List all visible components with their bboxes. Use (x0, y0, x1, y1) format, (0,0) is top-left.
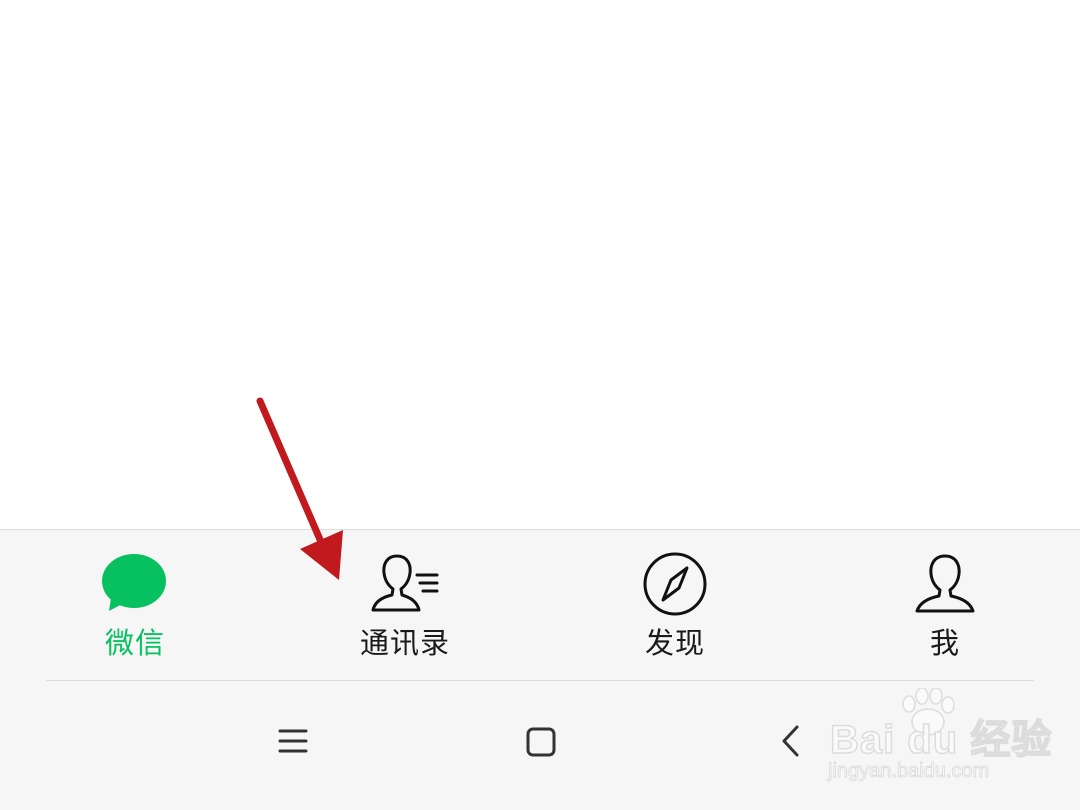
tab-me-label: 我 (929, 626, 960, 660)
tab-chats-label: 微信 (104, 626, 165, 660)
home-icon[interactable] (521, 721, 561, 761)
tab-me[interactable]: 我 (810, 530, 1080, 680)
chat-bubble-icon (99, 548, 171, 620)
bottom-tab-bar: 微信 通讯录 发现 我 (0, 529, 1080, 681)
wechat-screen: 微信 通讯录 发现 我 Bai du 经验 jingyan.baidu.com (0, 0, 1080, 810)
back-icon[interactable] (771, 721, 811, 761)
watermark-url: jingyan.baidu.com (828, 760, 990, 783)
watermark-brand: Bai du 经验 (829, 717, 1053, 763)
compass-icon (639, 548, 711, 620)
content-area (0, 0, 1080, 529)
tab-discover[interactable]: 发现 (540, 530, 810, 680)
menu-icon[interactable] (273, 721, 313, 761)
tab-chats[interactable]: 微信 (0, 530, 270, 680)
tab-discover-label: 发现 (644, 626, 705, 660)
contacts-icon (369, 548, 441, 620)
tab-contacts-label: 通讯录 (359, 626, 450, 660)
tab-contacts[interactable]: 通讯录 (270, 530, 540, 680)
baidu-jingyan-watermark: Bai du 经验 jingyan.baidu.com (826, 688, 1052, 788)
person-icon (909, 548, 981, 620)
